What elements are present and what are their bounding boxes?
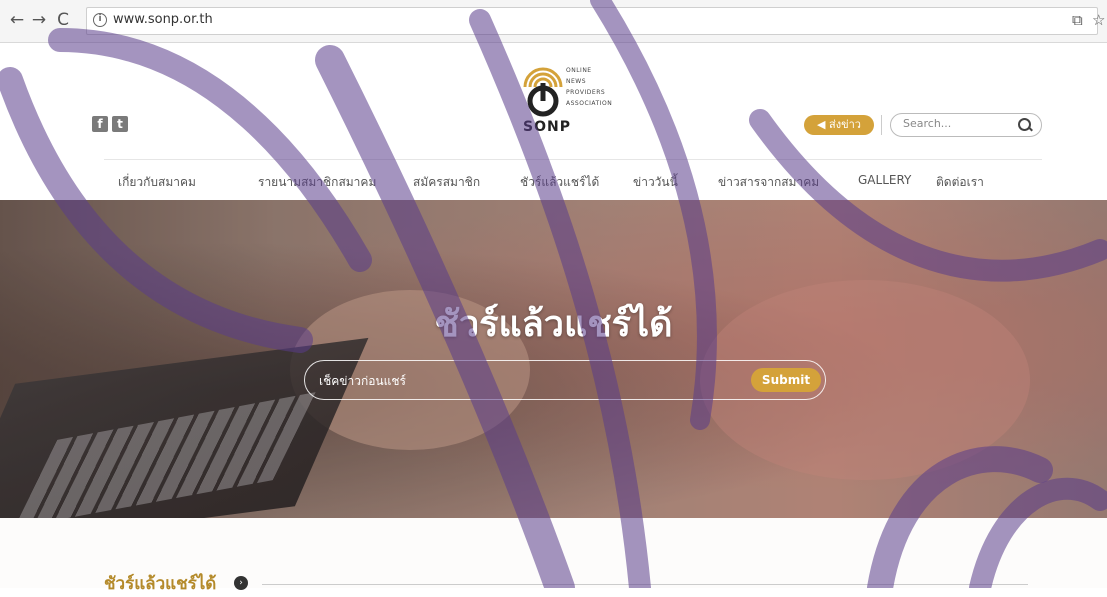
menu-item-sure-share[interactable]: ชัวร์แล้วแชร์ได้ (520, 173, 599, 192)
section-title[interactable]: ชัวร์แล้วแชร์ได้ (104, 570, 216, 597)
submit-button[interactable]: Submit (751, 368, 821, 392)
menu-item-gallery[interactable]: GALLERY (858, 173, 911, 187)
translate-icon[interactable]: ⧉ (1072, 11, 1083, 29)
logo-mark-icon (523, 67, 563, 117)
content-section: ชัวร์แล้วแชร์ได้ › (0, 518, 1107, 594)
bookmark-star-icon[interactable]: ☆ (1092, 11, 1105, 29)
menu-item-association-news[interactable]: ข่าวสารจากสมาคม (718, 173, 819, 192)
back-icon[interactable]: ← (6, 9, 28, 31)
address-bar[interactable]: i www.sonp.or.th (86, 7, 1098, 35)
menu-item-apply[interactable]: สมัครสมาชิก (413, 173, 480, 192)
search-placeholder: Search... (903, 117, 952, 130)
fact-check-input[interactable]: เช็คข่าวก่อนแชร์ Submit (304, 360, 826, 400)
logo-line: ASSOCIATION (566, 100, 613, 107)
twitter-icon[interactable]: t (112, 116, 128, 132)
hero-title: ชัวร์แล้วแชร์ได้ (434, 304, 673, 345)
fact-check-placeholder: เช็คข่าวก่อนแชร์ (319, 374, 406, 388)
site-logo[interactable]: ONLINE NEWS PROVIDERS ASSOCIATION SONP (521, 57, 671, 147)
facebook-icon[interactable]: f (92, 116, 108, 132)
social-links: ft (92, 113, 132, 132)
search-input[interactable]: Search... (890, 113, 1042, 137)
url-text[interactable]: www.sonp.or.th (113, 12, 213, 27)
logo-line: PROVIDERS (566, 89, 606, 96)
hero-banner: ชัวร์แล้วแชร์ได้ เช็คข่าวก่อนแชร์ Submit (0, 200, 1107, 518)
search-icon[interactable] (1018, 118, 1031, 131)
menu-item-members[interactable]: รายนามสมาชิกสมาคม (258, 173, 376, 192)
header-separator (104, 159, 1042, 160)
site-header: ft ONLINE NEWS PROVIDERS ASSOCIATION SON… (0, 43, 1107, 200)
forward-icon[interactable]: → (28, 9, 50, 31)
menu-item-today-news[interactable]: ข่าววันนี้ (633, 173, 678, 192)
logo-wordmark: SONP (523, 119, 571, 135)
section-divider (262, 584, 1028, 585)
header-divider (881, 115, 882, 135)
main-menu: เกี่ยวกับสมาคม รายนามสมาชิกสมาคม สมัครสม… (0, 171, 1107, 195)
reload-icon[interactable]: C (52, 9, 74, 31)
menu-item-contact[interactable]: ติดต่อเรา (936, 173, 984, 192)
info-icon[interactable]: i (93, 13, 107, 27)
hero-overlay (0, 200, 1107, 518)
logo-line: ONLINE (566, 67, 592, 74)
menu-item-about[interactable]: เกี่ยวกับสมาคม (118, 173, 196, 192)
send-news-button[interactable]: ◀ ส่งข่าว (804, 115, 874, 135)
logo-line: NEWS (566, 78, 587, 85)
logo-tagline: ONLINE NEWS PROVIDERS ASSOCIATION (566, 65, 612, 109)
browser-toolbar: ← → C i www.sonp.or.th ⧉ ☆ (0, 0, 1107, 43)
